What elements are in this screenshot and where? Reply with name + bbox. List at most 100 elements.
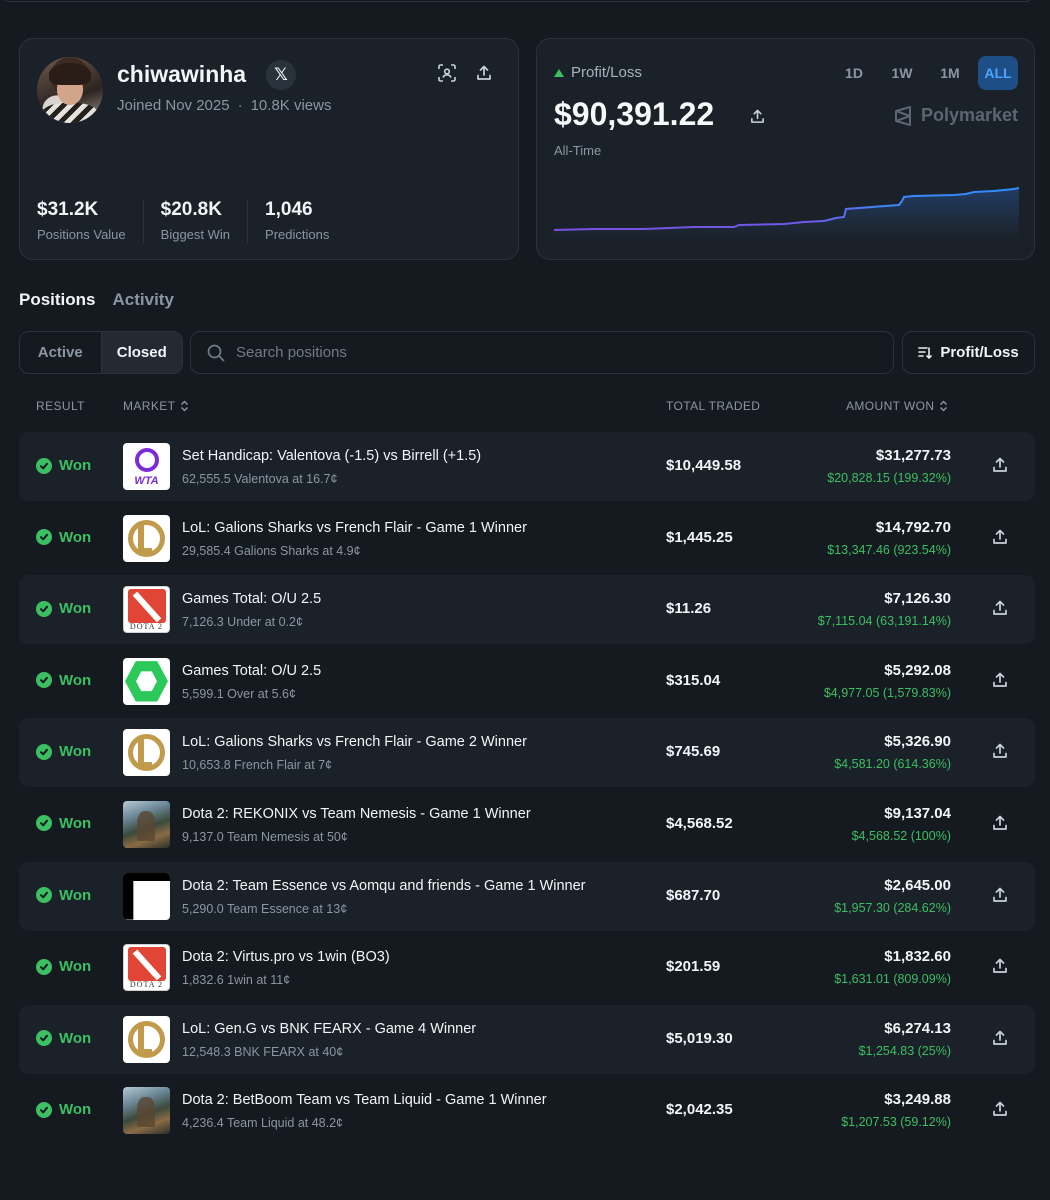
share-icon[interactable] (992, 672, 1010, 690)
market-title[interactable]: Dota 2: BetBoom Team vs Team Liquid - Ga… (182, 1092, 547, 1108)
col-market[interactable]: MARKET (123, 399, 189, 413)
profile-stats: $31.2K Positions Value $20.8K Biggest Wi… (37, 199, 363, 243)
profit-gain: $1,631.01 (809.09%) (834, 972, 951, 987)
range-tab-1w[interactable]: 1W (882, 56, 922, 90)
share-icon[interactable] (992, 600, 1010, 618)
profit-gain: $1,957.30 (284.62%) (834, 900, 951, 915)
share-icon[interactable] (992, 1030, 1010, 1048)
check-circle-icon (36, 958, 52, 975)
range-tab-1m[interactable]: 1M (930, 56, 970, 90)
search-input[interactable] (236, 344, 836, 361)
polymarket-brand: Polymarket (893, 105, 1018, 126)
market-title[interactable]: Dota 2: Team Essence vs Aomqu and friend… (182, 878, 586, 894)
logo-text: DOTA 2 (129, 622, 164, 632)
market-title[interactable]: Dota 2: Virtus.pro vs 1win (BO3) (182, 949, 390, 965)
previous-section-edge (0, 0, 1050, 4)
market-logo (123, 657, 170, 705)
polymarket-logo-icon (894, 105, 911, 126)
up-triangle-icon (554, 68, 564, 77)
logo-text: DOTA 2 (129, 980, 164, 990)
table-row[interactable]: Won WTA Set Handicap: Valentova (-1.5) vs … (19, 432, 1035, 501)
table-row[interactable]: Won Games Total: O/U 2.5 5,599.1 Over at 5… (19, 646, 1035, 716)
market-position: 4,236.4 Team Liquid at 48.2¢ (182, 1116, 344, 1131)
table-header: RESULT MARKET TOTAL TRADED AMOUNT WON (19, 399, 1035, 417)
share-icon[interactable] (992, 815, 1010, 833)
market-position: 62,555.5 Valentova at 16.7¢ (182, 472, 338, 486)
market-title[interactable]: Games Total: O/U 2.5 (182, 663, 321, 679)
amount-won: $14,792.70 (875, 518, 951, 536)
amount-won: $6,274.13 (884, 1019, 951, 1037)
market-logo (123, 1087, 170, 1135)
total-traded: $315.04 (666, 671, 721, 689)
table-row[interactable]: Won Dota 2: Team Essence vs Aomqu and fri… (19, 861, 1035, 931)
result-label: Won (59, 958, 92, 976)
share-icon[interactable] (992, 887, 1010, 905)
market-logo: DOTA 2 (123, 944, 170, 992)
range-tab-1d[interactable]: 1D (834, 56, 874, 90)
share-icon[interactable] (745, 104, 769, 128)
result-badge: Won (36, 529, 91, 546)
table-row[interactable]: Won DOTA 2 Games Total: O/U 2.5 7,126.3 Und… (19, 575, 1035, 645)
share-icon[interactable] (992, 529, 1010, 547)
profit-loss-card: Profit/Loss 1D 1W 1M ALL $90,391.22 Poly… (536, 38, 1035, 260)
table-row[interactable]: Won LoL: Gen.G vs BNK FEARX - Game 4 Winn… (19, 1004, 1035, 1074)
market-title[interactable]: LoL: Galions Sharks vs French Flair - Ga… (182, 734, 527, 750)
stat-label: Biggest Win (160, 227, 231, 242)
status-toggle: Active Closed (19, 331, 183, 374)
amount-won: $1,832.60 (884, 948, 951, 966)
result-badge: Won (36, 672, 91, 689)
profile-meta: Joined Nov 2025 · 10.8K views (117, 97, 331, 114)
amount-won: $2,645.00 (884, 876, 951, 894)
filter-active[interactable]: Active (20, 332, 101, 373)
view-count: 10.8K views (250, 97, 332, 114)
share-icon[interactable] (992, 958, 1010, 976)
market-title[interactable]: Set Handicap: Valentova (-1.5) vs Birrel… (182, 448, 481, 464)
filter-closed[interactable]: Closed (100, 332, 182, 373)
profit-gain: $1,254.83 (25%) (858, 1043, 951, 1058)
result-label: Won (59, 814, 92, 832)
table-row[interactable]: Won DOTA 2 Dota 2: Virtus.pro vs 1win (BO3… (19, 933, 1035, 1003)
table-row[interactable]: Won LoL: Galions Sharks vs French Flair -… (19, 503, 1035, 573)
result-label: Won (59, 1101, 92, 1119)
market-title[interactable]: Dota 2: REKONIX vs Team Nemesis - Game 1… (182, 806, 531, 822)
stat-value: $20.8K (160, 199, 222, 220)
amount-won: $5,292.08 (884, 661, 951, 679)
market-position: 9,137.0 Team Nemesis at 50¢ (182, 829, 348, 844)
sort-label: Profit/Loss (940, 344, 1019, 361)
result-badge: Won (36, 743, 91, 760)
result-label: Won (59, 1029, 92, 1047)
brand-name: Polymarket (920, 105, 1018, 125)
avatar (37, 57, 103, 123)
table-row[interactable]: Won Dota 2: REKONIX vs Team Nemesis - Gam… (19, 789, 1035, 859)
table-row[interactable]: Won Dota 2: BetBoom Team vs Team Liquid -… (19, 1076, 1035, 1146)
market-title[interactable]: LoL: Gen.G vs BNK FEARX - Game 4 Winner (182, 1021, 476, 1037)
market-title[interactable]: LoL: Galions Sharks vs French Flair - Ga… (182, 520, 527, 536)
market-title[interactable]: Games Total: O/U 2.5 (182, 591, 321, 607)
result-label: Won (59, 457, 92, 474)
col-amount-won[interactable]: AMOUNT WON (846, 399, 948, 413)
profit-gain: $4,977.05 (1,579.83%) (823, 685, 951, 700)
range-tab-all[interactable]: ALL (978, 56, 1018, 90)
x-social-icon[interactable]: 𝕏 (266, 60, 296, 90)
scan-icon[interactable] (435, 61, 459, 85)
sort-profit-loss-button[interactable]: Profit/Loss (902, 331, 1035, 374)
share-icon[interactable] (992, 457, 1010, 475)
market-logo (123, 514, 170, 562)
tab-activity[interactable]: Activity (113, 290, 174, 310)
share-icon[interactable] (992, 743, 1010, 761)
tab-positions[interactable]: Positions (19, 290, 96, 310)
amount-won: $3,249.88 (884, 1091, 951, 1109)
result-label: Won (59, 671, 92, 689)
table-row[interactable]: Won LoL: Galions Sharks vs French Flair -… (19, 718, 1035, 788)
total-traded: $1,445.25 (666, 528, 733, 546)
total-traded: $745.69 (666, 743, 721, 761)
meta-separator: · (237, 97, 243, 114)
pnl-header: Profit/Loss (554, 64, 642, 81)
share-icon[interactable] (992, 1101, 1010, 1119)
check-circle-icon (36, 672, 52, 689)
profit-gain: $1,207.53 (59.12%) (841, 1115, 951, 1130)
period-label: All-Time (554, 143, 602, 158)
total-traded: $5,019.30 (666, 1029, 733, 1047)
profit-gain: $13,347.46 (923.54%) (827, 542, 951, 557)
share-icon[interactable] (472, 61, 496, 85)
